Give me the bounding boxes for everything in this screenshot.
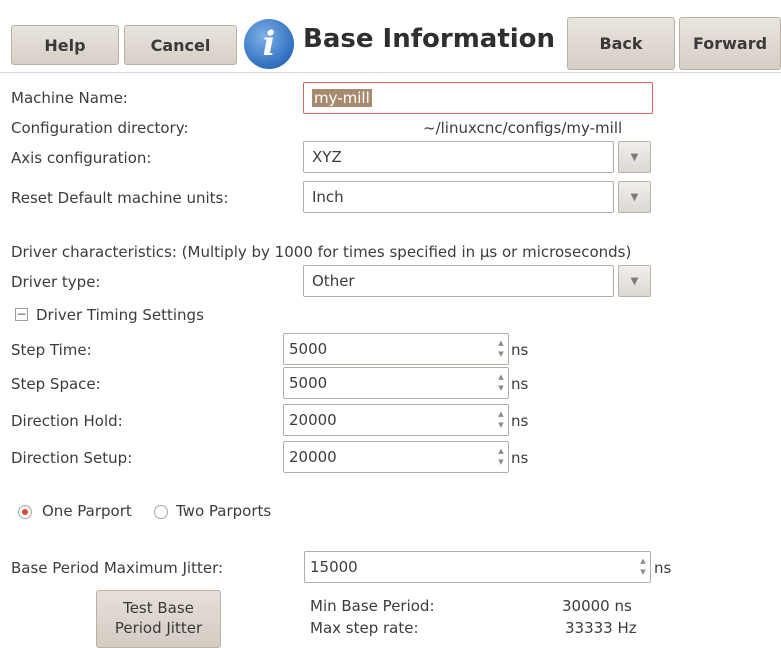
jitter-label: Base Period Maximum Jitter: bbox=[11, 559, 224, 577]
info-icon: i bbox=[244, 19, 294, 69]
machine-units-dropdown-icon[interactable]: ▼ bbox=[618, 181, 651, 213]
help-button-label: Help bbox=[44, 35, 86, 55]
two-parports-radio[interactable] bbox=[154, 505, 168, 519]
step-time-spinbox[interactable]: 5000 ▲ ▼ bbox=[283, 333, 509, 365]
back-button-label: Back bbox=[599, 34, 643, 53]
direction-setup-spinbox[interactable]: 20000 ▲ ▼ bbox=[283, 441, 509, 473]
jitter-spinbox[interactable]: 15000 ▲ ▼ bbox=[304, 551, 651, 583]
jitter-unit: ns bbox=[654, 559, 672, 577]
min-base-period-label: Min Base Period: bbox=[310, 597, 435, 615]
machine-units-label: Reset Default machine units: bbox=[11, 189, 229, 207]
step-time-value: 5000 bbox=[289, 340, 328, 358]
driver-type-label: Driver type: bbox=[11, 273, 101, 291]
machine-units-value: Inch bbox=[312, 188, 344, 206]
driver-type-value: Other bbox=[312, 272, 355, 290]
spin-arrows-icon[interactable]: ▲ ▼ bbox=[494, 334, 508, 364]
axis-config-label: Axis configuration: bbox=[11, 149, 152, 167]
forward-button-label: Forward bbox=[692, 34, 768, 53]
machine-units-select[interactable]: Inch bbox=[303, 181, 614, 213]
direction-setup-unit: ns bbox=[511, 449, 529, 467]
one-parport-label[interactable]: One Parport bbox=[42, 502, 132, 520]
direction-setup-value: 20000 bbox=[289, 448, 337, 466]
page-title: Base Information bbox=[303, 24, 556, 54]
step-space-value: 5000 bbox=[289, 374, 328, 392]
cancel-button-label: Cancel bbox=[150, 35, 211, 55]
max-step-rate-value: 33333 Hz bbox=[565, 619, 637, 637]
direction-hold-unit: ns bbox=[511, 412, 529, 430]
two-parports-label[interactable]: Two Parports bbox=[176, 502, 271, 520]
spin-arrows-icon[interactable]: ▲ ▼ bbox=[636, 552, 650, 582]
step-time-label: Step Time: bbox=[11, 341, 92, 359]
one-parport-radio[interactable] bbox=[18, 505, 32, 519]
min-base-period-value: 30000 ns bbox=[562, 597, 632, 615]
test-button-line2: Period Jitter bbox=[114, 619, 203, 637]
axis-config-dropdown-icon[interactable]: ▼ bbox=[618, 141, 651, 173]
header-divider bbox=[0, 72, 781, 73]
driver-type-select[interactable]: Other bbox=[303, 265, 614, 297]
step-space-label: Step Space: bbox=[11, 375, 101, 393]
cancel-button[interactable]: Cancel bbox=[124, 25, 237, 65]
axis-config-select[interactable]: XYZ bbox=[303, 141, 614, 173]
step-space-spinbox[interactable]: 5000 ▲ ▼ bbox=[283, 367, 509, 399]
machine-name-label: Machine Name: bbox=[11, 89, 128, 107]
direction-hold-spinbox[interactable]: 20000 ▲ ▼ bbox=[283, 404, 509, 436]
machine-name-input[interactable]: my-mill bbox=[303, 82, 653, 114]
max-step-rate-label: Max step rate: bbox=[310, 619, 419, 637]
driver-characteristics-text: Driver characteristics: (Multiply by 100… bbox=[11, 243, 632, 261]
direction-hold-value: 20000 bbox=[289, 411, 337, 429]
driver-type-dropdown-icon[interactable]: ▼ bbox=[618, 265, 651, 297]
direction-hold-label: Direction Hold: bbox=[11, 412, 123, 430]
test-base-period-jitter-button[interactable]: Test Base Period Jitter bbox=[96, 590, 221, 648]
test-button-line1: Test Base bbox=[123, 599, 194, 617]
direction-setup-label: Direction Setup: bbox=[11, 449, 133, 467]
collapse-icon[interactable]: − bbox=[15, 308, 28, 321]
driver-timing-expander-label[interactable]: Driver Timing Settings bbox=[36, 306, 204, 324]
spin-arrows-icon[interactable]: ▲ ▼ bbox=[494, 405, 508, 435]
help-button[interactable]: Help bbox=[11, 25, 119, 65]
spin-arrows-icon[interactable]: ▲ ▼ bbox=[494, 368, 508, 398]
step-time-unit: ns bbox=[511, 341, 529, 359]
axis-config-value: XYZ bbox=[312, 148, 342, 166]
machine-name-value: my-mill bbox=[312, 89, 372, 107]
config-dir-value: ~/linuxcnc/configs/my-mill bbox=[423, 119, 623, 137]
spin-arrows-icon[interactable]: ▲ ▼ bbox=[494, 442, 508, 472]
forward-button[interactable]: Forward bbox=[679, 17, 781, 70]
jitter-value: 15000 bbox=[310, 558, 358, 576]
config-dir-label: Configuration directory: bbox=[11, 119, 189, 137]
back-button[interactable]: Back bbox=[567, 17, 675, 70]
step-space-unit: ns bbox=[511, 375, 529, 393]
info-icon-glyph: i bbox=[262, 24, 276, 64]
